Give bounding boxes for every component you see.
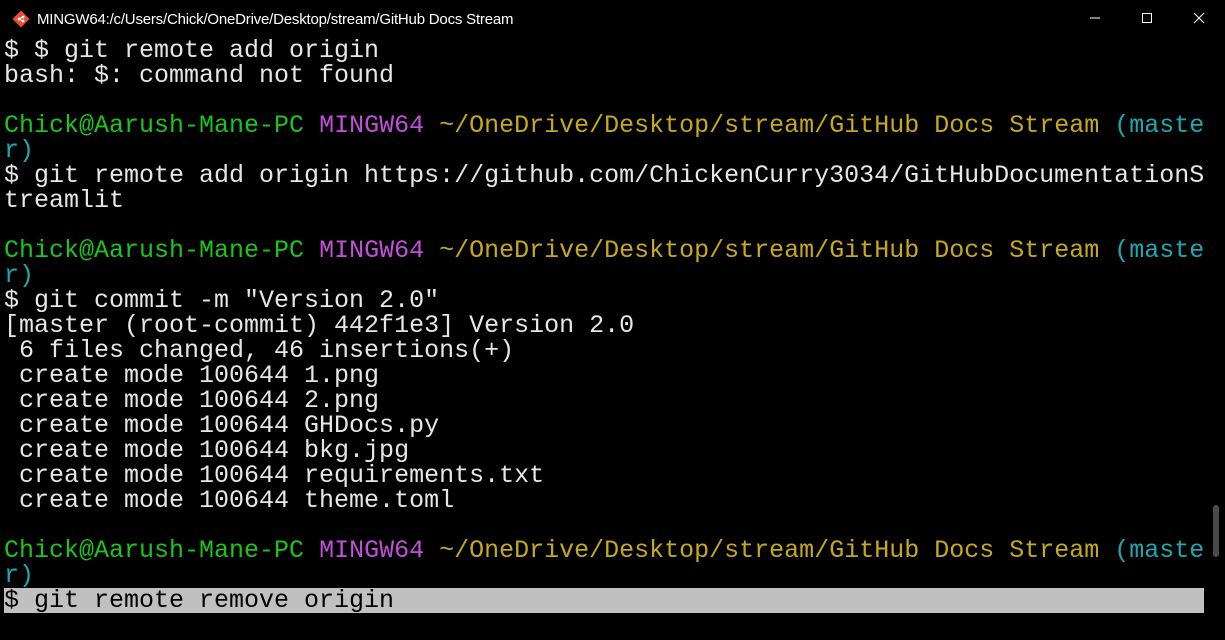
prompt-shell: MINGW64 xyxy=(319,236,425,265)
prompt-line: Chick@Aarush-Mane-PC MINGW64 ~/OneDrive/… xyxy=(4,113,1204,138)
current-command-line[interactable]: $ git remote remove origin xyxy=(4,588,1204,613)
prompt-branch-wrap: r) xyxy=(4,136,35,165)
terminal-line: create mode 100644 theme.toml xyxy=(4,486,455,515)
prompt-line: Chick@Aarush-Mane-PC MINGW64 ~/OneDrive/… xyxy=(4,538,1204,563)
prompt-line: Chick@Aarush-Mane-PC MINGW64 ~/OneDrive/… xyxy=(4,238,1204,263)
close-icon xyxy=(1193,11,1205,28)
prompt-user: Chick@Aarush-Mane-PC xyxy=(4,111,305,140)
prompt-shell: MINGW64 xyxy=(319,111,425,140)
prompt-path: ~/OneDrive/Desktop/stream/GitHub Docs St… xyxy=(439,111,1100,140)
prompt-path: ~/OneDrive/Desktop/stream/GitHub Docs St… xyxy=(439,536,1100,565)
terminal-line: $ $ git remote add origin xyxy=(4,38,380,65)
scrollbar-thumb[interactable] xyxy=(1213,505,1219,557)
prompt-branch: (maste xyxy=(1114,536,1204,565)
terminal-window: MINGW64:/c/Users/Chick/OneDrive/Desktop/… xyxy=(0,0,1225,640)
terminal-line: 6 files changed, 46 insertions(+) xyxy=(4,336,515,365)
terminal-line: treamlit xyxy=(4,186,125,215)
terminal-line: create mode 100644 requirements.txt xyxy=(4,461,545,490)
prompt-path: ~/OneDrive/Desktop/stream/GitHub Docs St… xyxy=(439,236,1100,265)
terminal-line: create mode 100644 1.png xyxy=(4,361,380,390)
terminal-line: bash: $: command not found xyxy=(4,61,395,90)
prompt-branch-wrap: r) xyxy=(4,561,35,590)
terminal-output[interactable]: $ $ git remote add origin bash: $: comma… xyxy=(4,38,1204,638)
prompt-branch: (maste xyxy=(1114,111,1204,140)
maximize-icon xyxy=(1141,11,1153,28)
terminal-line: create mode 100644 GHDocs.py xyxy=(4,411,440,440)
prompt-shell: MINGW64 xyxy=(319,536,425,565)
prompt-branch: (maste xyxy=(1114,236,1204,265)
terminal-line: create mode 100644 bkg.jpg xyxy=(4,436,410,465)
close-button[interactable] xyxy=(1173,0,1225,38)
title-bar[interactable]: MINGW64:/c/Users/Chick/OneDrive/Desktop/… xyxy=(0,0,1225,38)
window-title: MINGW64:/c/Users/Chick/OneDrive/Desktop/… xyxy=(37,10,514,28)
terminal-line: create mode 100644 2.png xyxy=(4,386,380,415)
minimize-button[interactable] xyxy=(1069,0,1121,38)
prompt-user: Chick@Aarush-Mane-PC xyxy=(4,236,305,265)
git-bash-icon xyxy=(12,10,30,28)
terminal-line: $ git remote add origin https://github.c… xyxy=(4,161,1204,190)
prompt-user: Chick@Aarush-Mane-PC xyxy=(4,536,305,565)
terminal-line: [master (root-commit) 442f1e3] Version 2… xyxy=(4,311,635,340)
terminal-line: $ git commit -m "Version 2.0" xyxy=(4,286,440,315)
prompt-branch-wrap: r) xyxy=(4,261,35,290)
maximize-button[interactable] xyxy=(1121,0,1173,38)
minimize-icon xyxy=(1089,11,1101,28)
window-controls xyxy=(1069,0,1225,38)
